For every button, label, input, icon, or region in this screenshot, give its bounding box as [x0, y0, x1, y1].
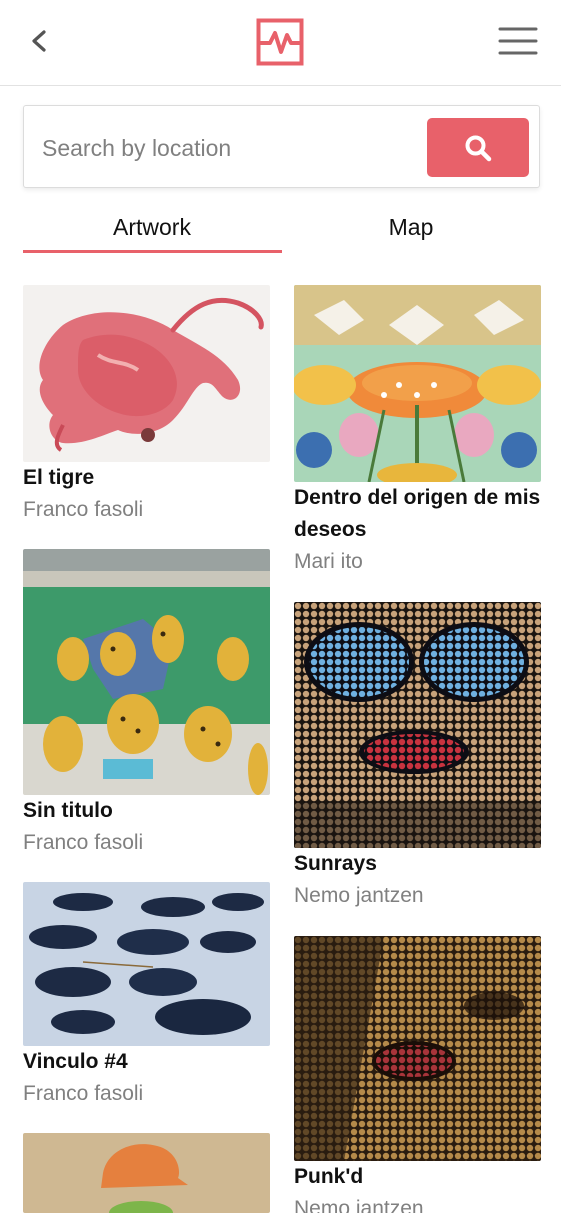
- artwork-artist: Franco fasoli: [23, 831, 144, 854]
- artwork-image: [294, 285, 541, 482]
- artwork-card[interactable]: Dentro del origen de mis deseos Mari ito: [294, 285, 541, 578]
- artwork-title: Dentro del origen de mis deseos: [294, 486, 541, 541]
- chevron-left-icon: [32, 30, 46, 52]
- artwork-card[interactable]: Vinculo #4 Franco fasoli: [23, 882, 270, 1110]
- artwork-artist: Franco fasoli: [23, 1082, 144, 1105]
- app-header: [0, 0, 561, 86]
- artwork-image: [294, 602, 541, 848]
- artwork-card[interactable]: El tigre Franco fasoli: [23, 285, 270, 526]
- artwork-title: Vinculo #4: [23, 1050, 128, 1073]
- artwork-image: [23, 285, 270, 462]
- artwork-artist: Franco fasoli: [23, 498, 144, 521]
- artwork-card[interactable]: Sunrays Nemo jantzen: [294, 602, 541, 912]
- artwork-image: [294, 936, 541, 1161]
- artwork-title: Sin titulo: [23, 799, 113, 822]
- artwork-card[interactable]: Sin titulo Franco fasoli: [23, 549, 270, 859]
- search-button[interactable]: [427, 118, 529, 177]
- hamburger-menu-button[interactable]: [498, 24, 538, 58]
- artwork-title: El tigre: [23, 466, 95, 489]
- pulse-logo-icon[interactable]: [256, 18, 304, 66]
- artwork-card[interactable]: Punk'd Nemo jantzen: [294, 936, 541, 1213]
- artwork-artist: Nemo jantzen: [294, 884, 424, 907]
- artwork-artist: Nemo jantzen: [294, 1197, 424, 1213]
- artwork-image: [23, 549, 270, 795]
- tab-map[interactable]: Map: [282, 205, 540, 257]
- search-icon: [465, 135, 492, 161]
- hamburger-menu-icon: [498, 27, 538, 55]
- active-tab-indicator: [23, 250, 282, 253]
- back-button[interactable]: [24, 24, 56, 58]
- artwork-title: Sunrays: [294, 852, 377, 875]
- artwork-image: [23, 882, 270, 1046]
- artwork-title: Punk'd: [294, 1165, 364, 1188]
- view-tabs: Artwork Map: [23, 205, 540, 257]
- search-input[interactable]: [42, 128, 422, 168]
- artwork-card[interactable]: [23, 1133, 270, 1213]
- artwork-artist: Mari ito: [294, 550, 363, 573]
- artwork-image: [23, 1133, 270, 1213]
- search-bar: [23, 105, 540, 188]
